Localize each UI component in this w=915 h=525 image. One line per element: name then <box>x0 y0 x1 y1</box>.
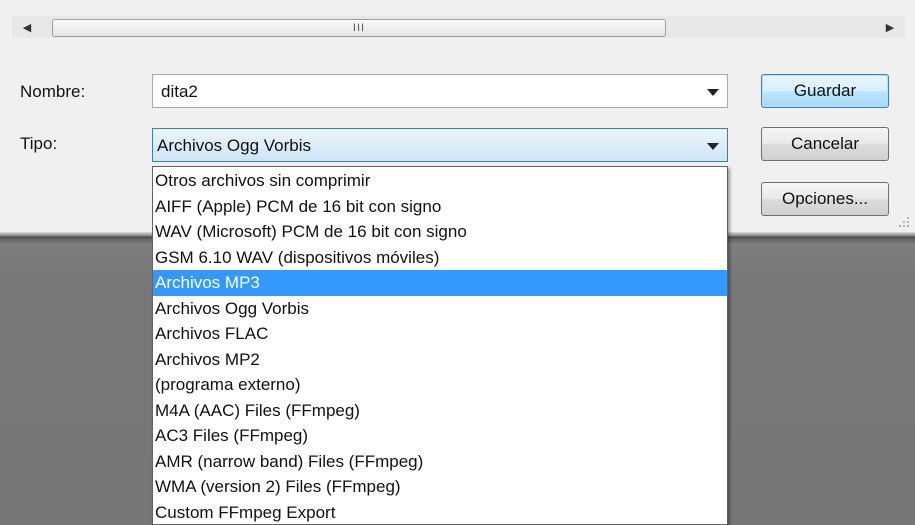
format-option[interactable]: (programa externo) <box>153 372 727 398</box>
chevron-down-icon[interactable] <box>707 143 719 150</box>
format-option[interactable]: GSM 6.10 WAV (dispositivos móviles) <box>153 245 727 271</box>
cancelar-button[interactable]: Cancelar <box>761 127 889 161</box>
format-option[interactable]: Archivos MP2 <box>153 347 727 373</box>
scroll-left-arrow-icon[interactable]: ◀ <box>16 16 38 38</box>
format-option[interactable]: AC3 Files (FFmpeg) <box>153 423 727 449</box>
tipo-value[interactable]: Archivos Ogg Vorbis <box>157 136 311 156</box>
scrollbar-thumb[interactable]: III <box>52 19 666 37</box>
thumb-grip-icon: III <box>352 22 366 34</box>
nombre-combobox[interactable]: dita2 <box>152 74 728 108</box>
horizontal-scrollbar[interactable]: ◀ III ▶ <box>12 16 905 38</box>
opciones-button[interactable]: Opciones... <box>761 182 889 216</box>
nombre-value[interactable]: dita2 <box>161 82 198 102</box>
format-option[interactable]: Otros archivos sin comprimir <box>153 168 727 194</box>
format-option[interactable]: AMR (narrow band) Files (FFmpeg) <box>153 449 727 475</box>
format-option[interactable]: WMA (version 2) Files (FFmpeg) <box>153 474 727 500</box>
format-options-list: Otros archivos sin comprimir AIFF (Apple… <box>153 167 727 525</box>
format-option[interactable]: Archivos FLAC <box>153 321 727 347</box>
format-option[interactable]: M4A (AAC) Files (FFmpeg) <box>153 398 727 424</box>
tipo-dropdown-list[interactable]: Otros archivos sin comprimir AIFF (Apple… <box>152 166 728 525</box>
scroll-right-arrow-icon[interactable]: ▶ <box>879 16 901 38</box>
format-option[interactable]: WAV (Microsoft) PCM de 16 bit con signo <box>153 219 727 245</box>
format-option[interactable]: Archivos Ogg Vorbis <box>153 296 727 322</box>
chevron-down-icon[interactable] <box>707 89 719 96</box>
tipo-label: Tipo: <box>20 134 58 153</box>
format-option-selected[interactable]: Archivos MP3 <box>153 270 727 296</box>
tipo-combobox[interactable]: Archivos Ogg Vorbis <box>152 128 728 162</box>
resize-grip-icon[interactable] <box>899 217 911 229</box>
guardar-button[interactable]: Guardar <box>761 74 889 108</box>
format-option[interactable]: Custom FFmpeg Export <box>153 500 727 525</box>
format-option[interactable]: AIFF (Apple) PCM de 16 bit con signo <box>153 194 727 220</box>
nombre-label: Nombre: <box>20 82 86 101</box>
